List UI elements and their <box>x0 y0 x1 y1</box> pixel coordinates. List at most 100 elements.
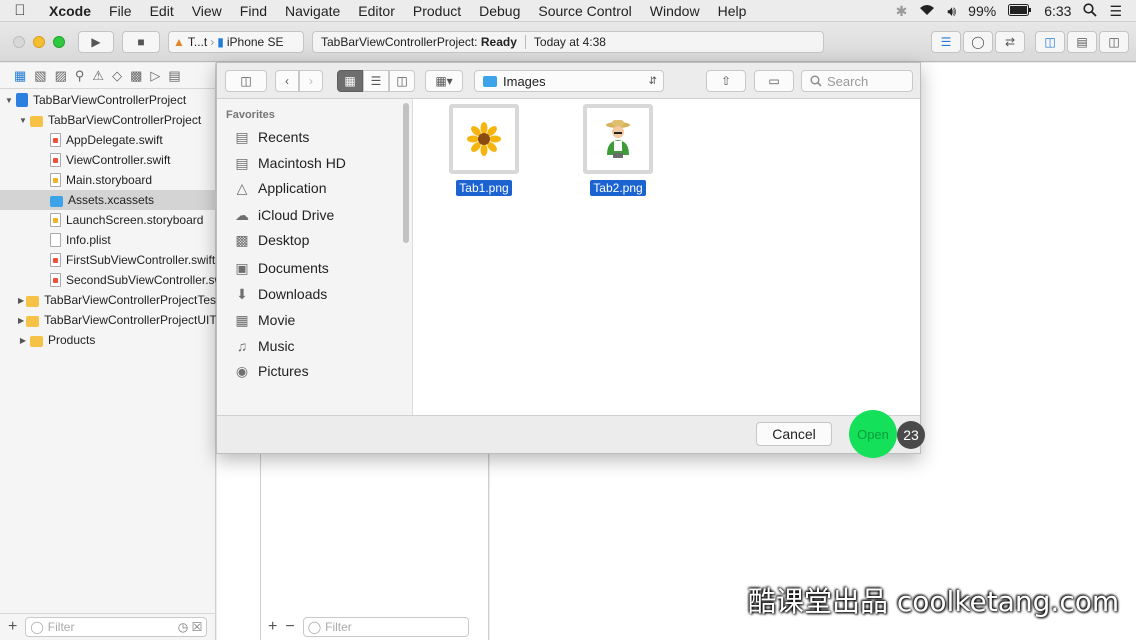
spotlight-icon[interactable] <box>1083 2 1098 20</box>
tree-item-viewcontroller[interactable]: ViewController.swift <box>0 150 216 170</box>
sidebar-item-pictures[interactable]: ◉ Pictures <box>233 361 309 381</box>
tree-item-group[interactable]: ▼ TabBarViewControllerProject <box>0 110 216 130</box>
wifi-icon[interactable] <box>919 3 935 19</box>
menu-product[interactable]: Product <box>404 3 470 19</box>
search-field[interactable]: Search <box>801 70 913 92</box>
file-item[interactable]: Tab1.png <box>439 104 529 196</box>
open-button[interactable]: Open <box>849 410 897 458</box>
recent-filter-icon[interactable]: ◷ ☒ <box>178 620 203 634</box>
find-nav-icon[interactable]: ⚲ <box>75 68 85 84</box>
app-menu[interactable]: Xcode <box>40 3 100 19</box>
sidebar-item-macintosh-hd[interactable]: ▤ Macintosh HD <box>233 153 346 173</box>
minimize-window-button[interactable] <box>33 36 45 48</box>
sidebar-item-downloads[interactable]: ⬇ Downloads <box>233 284 327 304</box>
clock-time[interactable]: 6:33 <box>1044 3 1071 19</box>
stop-icon: ■ <box>137 35 145 49</box>
list-view-button[interactable]: ☰ <box>363 70 389 92</box>
tree-item-firstsub[interactable]: FirstSubViewController.swift <box>0 250 216 270</box>
swift-file-icon <box>50 273 61 287</box>
menu-source-control[interactable]: Source Control <box>529 3 640 19</box>
disclosure-closed-icon[interactable]: ▶ <box>18 316 24 325</box>
sidebar-item-movie[interactable]: ▦ Movie <box>233 310 295 330</box>
menu-navigate[interactable]: Navigate <box>276 3 349 19</box>
search-icon <box>810 75 822 87</box>
column-view-button[interactable]: ◫ <box>389 70 415 92</box>
tree-item-appdelegate[interactable]: AppDelegate.swift <box>0 130 216 150</box>
arrange-button[interactable]: ▦▾ <box>425 70 463 92</box>
notification-center-icon[interactable]: ☰ <box>1109 3 1122 20</box>
disclosure-closed-icon[interactable]: ▶ <box>18 336 28 345</box>
source-control-nav-icon[interactable]: ▧ <box>34 68 46 84</box>
bluetooth-icon[interactable]: ✱ <box>896 3 908 20</box>
location-popup[interactable]: Images ⇵ <box>474 70 664 92</box>
apple-menu-icon[interactable]:  <box>0 2 40 19</box>
activity-time: Today at 4:38 <box>533 35 606 49</box>
folder-nav-icon[interactable]: ▦ <box>14 68 26 84</box>
tree-item-launchscreen[interactable]: LaunchScreen.storyboard <box>0 210 216 230</box>
tree-item-tests[interactable]: ▶ TabBarViewControllerProjectTes <box>0 290 216 310</box>
tags-button[interactable]: ▭ <box>754 70 794 92</box>
toggle-navigator-button[interactable]: ◫ <box>1035 31 1065 53</box>
menu-find[interactable]: Find <box>231 3 276 19</box>
run-button[interactable]: ▶ <box>78 31 114 53</box>
menu-file[interactable]: File <box>100 3 141 19</box>
volume-icon[interactable]: 🔊︎ <box>947 3 956 20</box>
scheme-selector[interactable]: ▲ T...t › ▮ iPhone SE <box>168 31 304 53</box>
report-nav-icon[interactable]: ▤ <box>168 68 180 84</box>
sidebar-item-desktop[interactable]: ▩ Desktop <box>233 230 309 250</box>
file-name: Tab1.png <box>456 180 512 196</box>
tree-item-project[interactable]: ▼ TabBarViewControllerProject <box>0 90 216 110</box>
file-item[interactable]: Tab2.png <box>573 104 663 196</box>
issue-nav-icon[interactable]: ⚠ <box>92 68 104 84</box>
battery-percent[interactable]: 99% <box>968 3 996 19</box>
window-toolbar: ▶ ■ ▲ T...t › ▮ iPhone SE TabBarViewCont… <box>0 22 1136 62</box>
tree-item-assets[interactable]: Assets.xcassets <box>0 190 216 210</box>
back-button[interactable]: ‹ <box>275 70 299 92</box>
tree-item-uitests[interactable]: ▶ TabBarViewControllerProjectUIT <box>0 310 216 330</box>
forward-button[interactable]: › <box>299 70 323 92</box>
asset-filter-field[interactable]: ◯ Filter <box>302 616 469 637</box>
navigator-filter-field[interactable]: ◯ Filter ◷ ☒ <box>25 617 208 637</box>
menu-help[interactable]: Help <box>709 3 756 19</box>
toggle-inspector-button[interactable]: ◫ <box>1099 31 1129 53</box>
assistant-editor-button[interactable]: ◯ <box>963 31 993 53</box>
version-editor-button[interactable]: ⇄ <box>995 31 1025 53</box>
menu-edit[interactable]: Edit <box>141 3 183 19</box>
toggle-debug-area-button[interactable]: ▤ <box>1067 31 1097 53</box>
sidebar-scrollbar[interactable] <box>403 103 409 243</box>
sidebar-item-icloud-drive[interactable]: ☁ iCloud Drive <box>233 205 334 225</box>
sidebar-item-recents[interactable]: ▤ Recents <box>233 127 309 147</box>
scheme-name: T...t <box>187 35 208 49</box>
toggle-sidebar-button[interactable]: ◫ <box>225 70 267 92</box>
breakpoint-nav-icon[interactable]: ▷ <box>150 68 160 84</box>
sidebar-item-music[interactable]: ♫ Music <box>233 336 295 356</box>
tree-item-secondsub[interactable]: SecondSubViewController.sw <box>0 270 216 290</box>
sidebar-item-application[interactable]: △ Application <box>233 178 327 198</box>
standard-editor-button[interactable]: ☰ <box>931 31 961 53</box>
menu-debug[interactable]: Debug <box>470 3 529 19</box>
add-icon[interactable]: + <box>8 618 17 636</box>
menu-window[interactable]: Window <box>641 3 709 19</box>
tree-item-main-storyboard[interactable]: Main.storyboard <box>0 170 216 190</box>
cancel-button[interactable]: Cancel <box>756 422 832 446</box>
tree-item-products[interactable]: ▶ Products <box>0 330 216 350</box>
icon-view-button[interactable]: ▦ <box>337 70 363 92</box>
disclosure-closed-icon[interactable]: ▶ <box>18 296 24 305</box>
close-window-button[interactable] <box>13 36 25 48</box>
project-navigator: ▦ ▧ ▨ ⚲ ⚠ ◇ ▩ ▷ ▤ ▼ TabBarViewController… <box>0 63 216 640</box>
swift-file-icon <box>50 153 61 167</box>
disclosure-open-icon[interactable]: ▼ <box>18 116 28 125</box>
disclosure-open-icon[interactable]: ▼ <box>4 96 14 105</box>
test-nav-icon[interactable]: ◇ <box>112 68 122 84</box>
zoom-window-button[interactable] <box>53 36 65 48</box>
debug-nav-icon[interactable]: ▩ <box>130 68 142 84</box>
tree-item-info-plist[interactable]: Info.plist <box>0 230 216 250</box>
symbol-nav-icon[interactable]: ▨ <box>55 68 67 84</box>
add-icon[interactable]: + <box>268 618 277 636</box>
remove-icon[interactable]: − <box>285 618 294 636</box>
sidebar-item-documents[interactable]: ▣ Documents <box>233 258 328 278</box>
menu-view[interactable]: View <box>183 3 231 19</box>
menu-editor[interactable]: Editor <box>349 3 404 19</box>
share-button[interactable]: ⇧ <box>706 70 746 92</box>
stop-button[interactable]: ■ <box>122 31 160 53</box>
